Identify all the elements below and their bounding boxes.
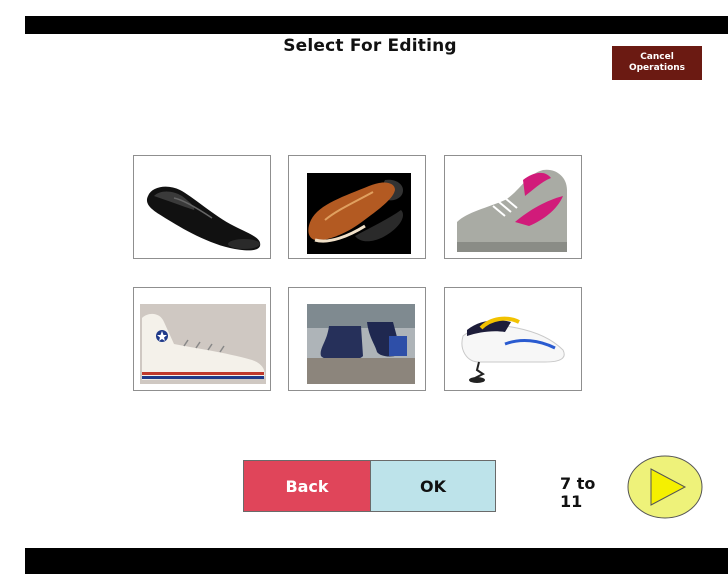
shoe-tile-blue-boots[interactable] [288,287,426,391]
spring-running-shoe-image [461,316,565,383]
page-counter: 7 to 11 [560,474,596,511]
grey-pink-sneaker-image [457,169,567,252]
shoe-tile-black-loafer[interactable] [133,155,271,259]
black-loafer-image [146,186,261,251]
ok-button[interactable]: OK [370,460,496,512]
shoe-tile-grey-pink-sneaker[interactable] [444,155,582,259]
brown-boat-shoe-image [307,173,411,254]
blue-boots-image [307,304,415,384]
cancel-operations-button[interactable]: Cancel Operations [612,46,702,80]
shoe-tile-white-high-top[interactable] [133,287,271,391]
shoe-tile-spring-running-shoe[interactable] [444,287,582,391]
top-border-bar [25,16,728,34]
shoe-tile-brown-boat-shoe[interactable] [288,155,426,259]
back-button[interactable]: Back [243,460,371,512]
next-page-button[interactable] [627,455,703,519]
play-triangle-icon [627,455,703,519]
bottom-border-bar [25,548,728,574]
white-high-top-image [140,304,266,384]
